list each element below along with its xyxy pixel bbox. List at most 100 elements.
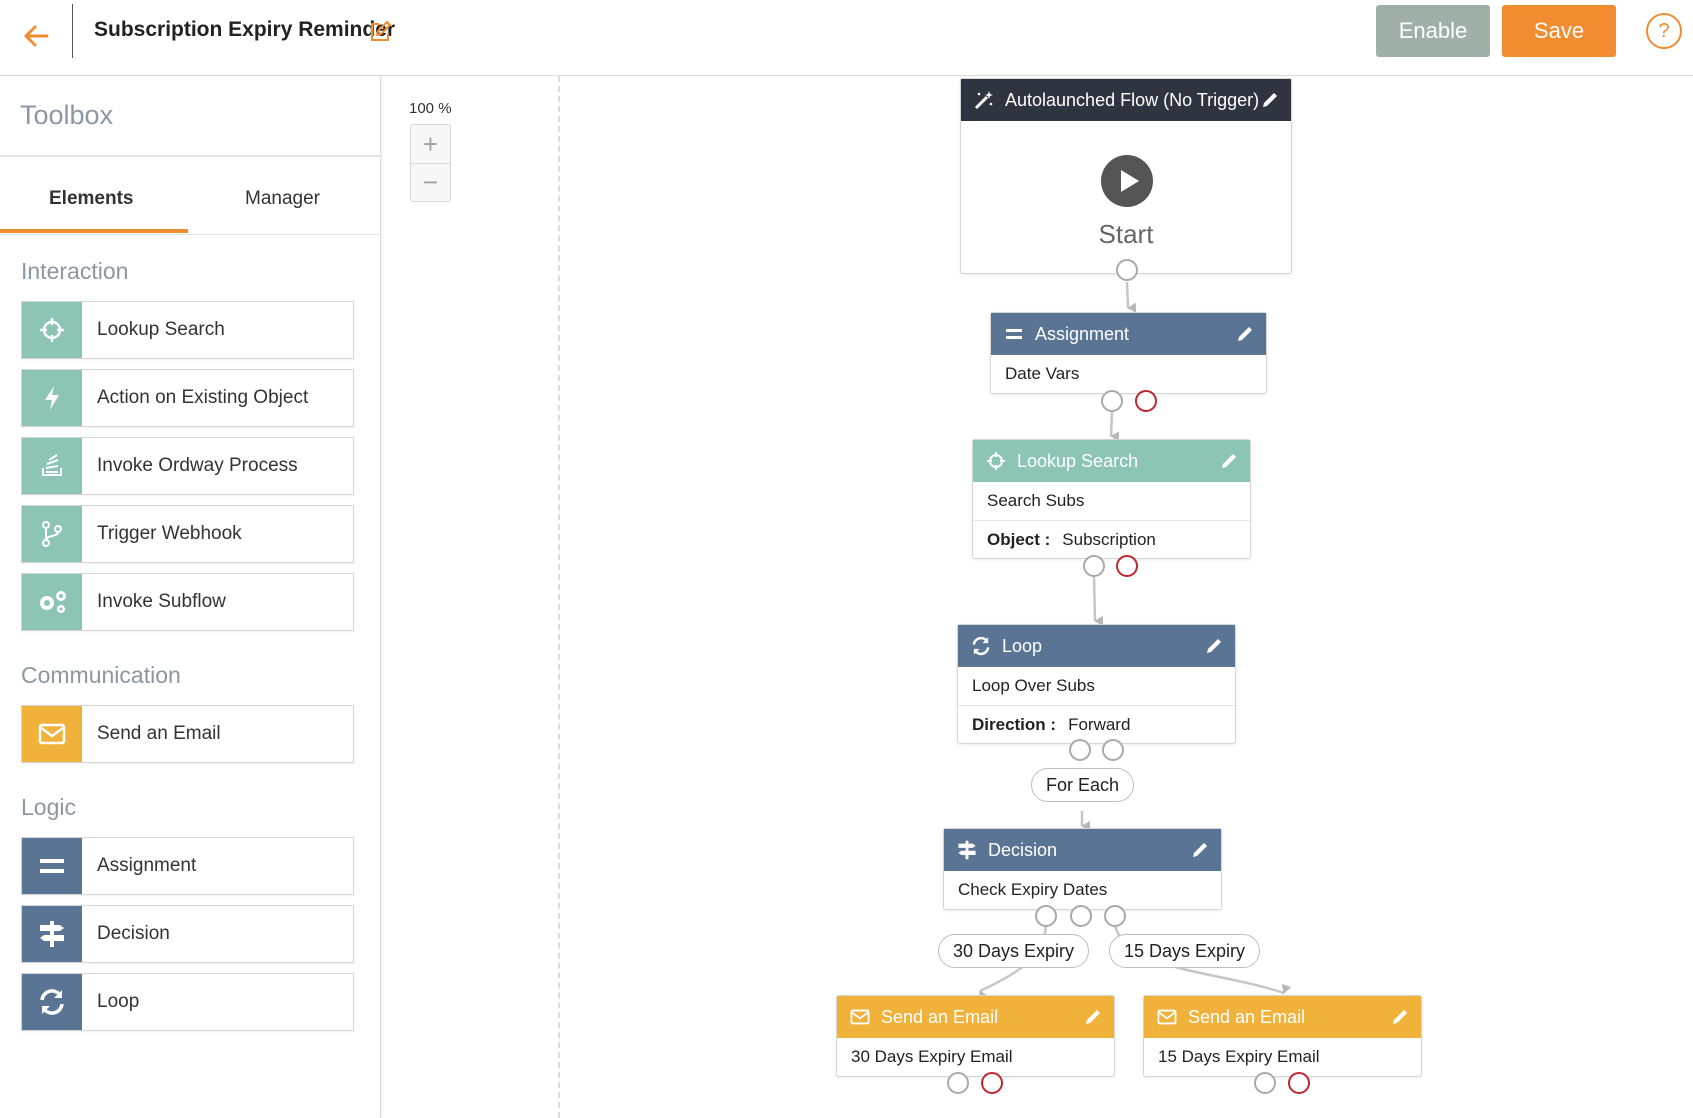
active-tab-indicator — [0, 229, 188, 233]
toolbox-title: Toolbox — [20, 100, 114, 130]
tabs-divider — [0, 234, 381, 235]
port-assignment-fault[interactable] — [1135, 390, 1157, 412]
tool-label: Lookup Search — [97, 319, 225, 340]
tool-label: Invoke Subflow — [97, 591, 226, 612]
connector-lookup-loop — [1092, 575, 1104, 626]
label-15-days-expiry: 15 Days Expiry — [1109, 934, 1261, 968]
port-email30-out[interactable] — [947, 1072, 969, 1094]
flow-canvas[interactable]: 100 % + − Autolaunched Flow (No Trigger) — [383, 76, 1693, 1118]
node-decision-title: Decision — [988, 839, 1058, 860]
port-email15-fault[interactable] — [1288, 1072, 1310, 1094]
tool-label: Send an Email — [97, 723, 221, 744]
port-assignment-out[interactable] — [1101, 390, 1123, 412]
tool-label: Decision — [97, 923, 170, 944]
crosshair-icon — [22, 302, 82, 358]
node-loop[interactable]: Loop Loop Over Subs Direction : Forward — [957, 624, 1236, 744]
section-title-logic: Logic — [21, 794, 76, 820]
node-decision-name: Check Expiry Dates — [958, 880, 1108, 899]
field-key: Direction : — [972, 714, 1057, 734]
port-lookup-fault[interactable] — [1116, 555, 1138, 577]
tool-label: Invoke Ordway Process — [97, 455, 298, 476]
node-lookup-search[interactable]: Lookup Search Search Subs Object : Subsc… — [972, 439, 1251, 559]
port-decision-outcome-1[interactable] — [1035, 905, 1057, 927]
refresh-icon — [22, 974, 82, 1030]
port-decision-outcome-2[interactable] — [1104, 905, 1126, 927]
edit-title-button[interactable] — [368, 20, 392, 49]
section-title-interaction: Interaction — [21, 258, 129, 284]
port-decision-default[interactable] — [1070, 905, 1092, 927]
pencil-icon[interactable] — [1236, 325, 1254, 343]
gears-icon — [22, 574, 82, 630]
port-email15-out[interactable] — [1254, 1072, 1276, 1094]
label-for-each: For Each — [1031, 768, 1135, 802]
header-divider — [72, 4, 73, 58]
node-loop-header: Loop — [958, 625, 1235, 667]
envelope-icon — [1156, 1006, 1178, 1028]
edit-square-icon — [371, 21, 391, 41]
toolbox-divider — [0, 155, 381, 157]
tool-lookup-search[interactable]: Lookup Search — [21, 301, 354, 359]
tool-trigger-webhook[interactable]: Trigger Webhook — [21, 505, 354, 563]
node-decision[interactable]: Decision Check Expiry Dates — [943, 828, 1222, 910]
tab-manager[interactable]: Manager — [245, 188, 320, 210]
tool-send-email[interactable]: Send an Email — [21, 705, 354, 763]
lightning-icon — [22, 370, 82, 426]
help-button[interactable]: ? — [1646, 13, 1682, 49]
field-value: Subscription — [1062, 529, 1156, 549]
field-value: Forward — [1068, 714, 1131, 734]
enable-button[interactable]: Enable — [1376, 5, 1490, 57]
pencil-icon[interactable] — [1220, 452, 1238, 470]
tool-label: Assignment — [97, 855, 197, 876]
port-loop-for-each[interactable] — [1069, 739, 1091, 761]
node-lookup-name: Search Subs — [987, 491, 1085, 510]
envelope-icon — [849, 1006, 871, 1028]
pencil-icon[interactable] — [1391, 1008, 1409, 1026]
port-lookup-out[interactable] — [1083, 555, 1105, 577]
play-icon[interactable] — [1101, 155, 1153, 207]
port-email30-fault[interactable] — [981, 1072, 1003, 1094]
node-start-header: Autolaunched Flow (No Trigger) — [961, 79, 1291, 121]
pencil-icon[interactable] — [1191, 841, 1209, 859]
node-email15-name: 15 Days Expiry Email — [1158, 1047, 1320, 1066]
node-email30-header: Send an Email — [837, 996, 1114, 1038]
save-button[interactable]: Save — [1502, 5, 1616, 57]
node-start-body: Start — [961, 121, 1291, 273]
pencil-icon[interactable] — [1084, 1008, 1102, 1026]
magic-wand-icon — [973, 89, 995, 111]
pencil-icon[interactable] — [1261, 91, 1279, 109]
tab-elements[interactable]: Elements — [49, 188, 133, 210]
toolbox-sidebar: Toolbox Elements Manager Interaction Loo… — [0, 76, 381, 1118]
arrow-left-icon — [24, 25, 49, 47]
label-30-days-expiry: 30 Days Expiry — [938, 934, 1090, 968]
node-loop-name: Loop Over Subs — [972, 676, 1095, 695]
tool-label: Action on Existing Object — [97, 387, 309, 408]
tool-decision[interactable]: Decision — [21, 905, 354, 963]
port-loop-after-last[interactable] — [1102, 739, 1124, 761]
node-lookup-object-row: Object : Subscription — [973, 520, 1250, 558]
tool-assignment[interactable]: Assignment — [21, 837, 354, 895]
node-lookup-title: Lookup Search — [1017, 450, 1139, 471]
node-start-label: Start — [1098, 219, 1154, 249]
node-assignment[interactable]: Assignment Date Vars — [990, 312, 1267, 394]
node-loop-title: Loop — [1002, 635, 1043, 656]
tool-invoke-subflow[interactable]: Invoke Subflow — [21, 573, 354, 631]
node-assignment-name: Date Vars — [1005, 364, 1080, 383]
port-start-out[interactable] — [1116, 259, 1138, 281]
envelope-icon — [22, 706, 82, 762]
pencil-icon[interactable] — [1205, 637, 1223, 655]
node-decision-header: Decision — [944, 829, 1221, 871]
tool-loop[interactable]: Loop — [21, 973, 354, 1031]
node-loop-direction-row: Direction : Forward — [958, 705, 1235, 743]
equals-icon — [1003, 323, 1025, 345]
back-button[interactable] — [16, 16, 56, 56]
connector-assignment-lookup — [1109, 411, 1120, 442]
node-start[interactable]: Autolaunched Flow (No Trigger) Start — [960, 78, 1292, 274]
node-send-email-15[interactable]: Send an Email 15 Days Expiry Email — [1143, 995, 1422, 1077]
tool-action-existing-object[interactable]: Action on Existing Object — [21, 369, 354, 427]
connector-start-assignment — [1125, 281, 1137, 313]
node-email15-header: Send an Email — [1144, 996, 1421, 1038]
branch-icon — [22, 506, 82, 562]
signpost-icon — [22, 906, 82, 962]
tool-invoke-ordway-process[interactable]: Invoke Ordway Process — [21, 437, 354, 495]
node-send-email-30[interactable]: Send an Email 30 Days Expiry Email — [836, 995, 1115, 1077]
